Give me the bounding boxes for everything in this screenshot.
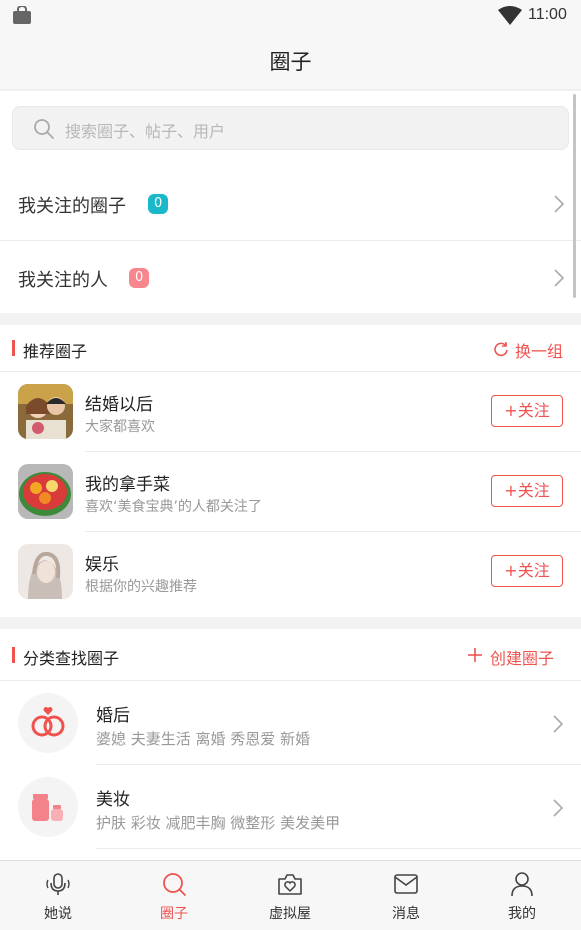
follow-button[interactable]: +关注 [491,475,563,507]
section-marker [12,647,15,663]
scrollbar[interactable] [573,94,576,298]
status-bar: 11:00 [0,0,581,32]
portrait-photo-icon [18,544,73,599]
recommended-section-title: 推荐圈子 [23,342,88,361]
category-name: 婚后 [96,706,130,726]
follow-button[interactable]: +关注 [491,555,563,587]
tab-label: 她说 [44,906,72,922]
create-circle-label: 创建圈子 [490,649,555,668]
category-tags: 护肤 彩妆 减肥丰胸 微整形 美发美甲 [96,814,341,832]
tab-label: 虚拟屋 [269,906,311,922]
item-divider [85,531,581,532]
tab-label: 我的 [508,906,536,922]
item-divider [96,848,581,849]
camera-heart-icon [278,874,302,895]
tab-she-says[interactable]: 她说 [0,861,116,930]
category-tags: 婆媳 夫妻生活 离婚 秀恩爱 新婚 [96,730,311,748]
page-title: 圈子 [269,50,312,74]
microphone-icon [46,873,70,895]
chevron-right-icon [554,195,565,213]
search-input[interactable]: 搜索圈子、帖子、用户 [12,106,569,150]
circle-desc: 根据你的兴趣推荐 [85,579,197,595]
circle-thumbnail[interactable] [18,544,73,599]
category-name: 美妆 [96,790,130,810]
tab-label: 圈子 [160,906,188,922]
follow-button[interactable]: +关注 [491,395,563,427]
bottom-tab-bar: 她说 圈子 虚拟屋 消息 我的 [0,860,581,930]
refresh-icon [494,342,508,357]
followed-people-label: 我关注的人 [18,270,108,291]
row-divider [0,240,581,241]
chevron-right-icon [553,799,564,817]
tab-label: 消息 [392,906,420,922]
search-icon [163,873,186,896]
fruit-plate-icon [18,464,73,519]
top-bar: 圈子 [0,32,581,90]
shopping-bag-icon [13,6,31,24]
chevron-right-icon [553,715,564,733]
plus-icon [468,648,482,662]
cosmetics-icon [18,777,78,837]
category-section-title: 分类查找圈子 [23,649,120,668]
item-divider [96,764,581,765]
wifi-icon [498,6,522,25]
followed-people-count-badge: 0 [129,268,150,288]
circle-name: 结婚以后 [85,395,153,415]
circle-name: 娱乐 [85,555,119,575]
envelope-icon [394,874,418,894]
circle-thumbnail[interactable] [18,464,73,519]
chevron-right-icon [554,269,565,287]
circle-desc: 大家都喜欢 [85,419,155,435]
section-divider [0,371,581,372]
followed-circles-count-badge: 0 [148,194,169,214]
search-icon [34,119,54,139]
person-icon [511,872,533,897]
refresh-group-label: 换一组 [515,342,564,361]
tab-virtual-house[interactable]: 虚拟屋 [232,861,348,930]
circle-desc: 喜欢‘美食宝典’的人都关注了 [85,499,262,515]
section-divider [0,680,581,681]
circle-thumbnail[interactable] [18,384,73,439]
rings-icon [18,693,78,753]
section-marker [12,340,15,356]
followed-circles-label: 我关注的圈子 [18,196,126,217]
search-placeholder: 搜索圈子、帖子、用户 [65,122,226,141]
item-divider [85,451,581,452]
couple-photo-icon [18,384,73,439]
tab-messages[interactable]: 消息 [348,861,464,930]
circle-name: 我的拿手菜 [85,475,170,495]
tab-mine[interactable]: 我的 [464,861,580,930]
tab-circles[interactable]: 圈子 [116,861,232,930]
status-time: 11:00 [528,6,567,23]
